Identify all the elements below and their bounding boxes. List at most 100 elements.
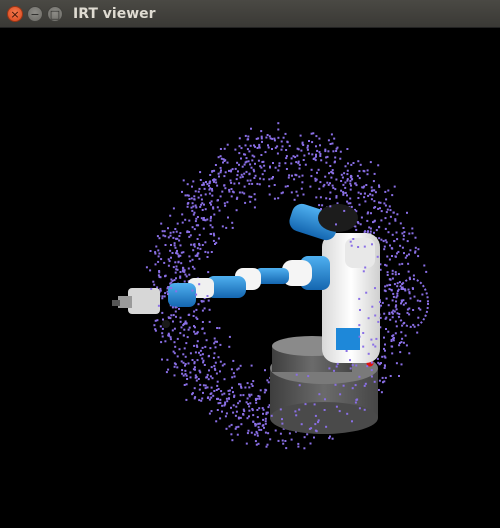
cloud-point [267,146,270,149]
cloud-point [237,425,240,428]
cloud-point [204,241,207,244]
cloud-point [169,282,172,285]
cloud-point [219,195,222,198]
cloud-point [208,412,211,415]
cloud-point [219,166,222,169]
cloud-point [244,144,247,147]
cloud-point [336,362,339,365]
cloud-point [162,318,164,321]
cloud-point [267,381,270,384]
title-bar[interactable]: × − □ IRT viewer [0,0,500,28]
cloud-point [356,398,359,401]
cloud-point [264,431,267,434]
maximize-button[interactable]: □ [47,6,63,22]
cloud-point [284,162,287,165]
cloud-point [365,184,368,186]
cloud-point [288,174,291,177]
cloud-point [318,393,321,396]
3d-viewport[interactable] [0,28,500,528]
cloud-point [248,409,251,412]
cloud-point [391,272,394,275]
cloud-point [223,184,226,187]
cloud-point [293,178,296,181]
cloud-point [258,397,261,400]
cloud-point [191,226,194,229]
cloud-point [196,247,199,250]
cloud-point [179,316,182,319]
cloud-point [241,191,244,194]
cloud-point [153,283,156,286]
cloud-point [319,181,322,184]
cloud-point [363,384,366,387]
cloud-point [193,211,196,214]
cloud-point [193,267,196,270]
cloud-point [274,166,277,169]
cloud-point [350,178,353,181]
minimize-button[interactable]: − [27,6,43,22]
cloud-point [388,283,391,286]
cloud-point [285,447,288,450]
cloud-point [228,169,230,172]
cloud-point [198,351,200,354]
cloud-point [392,309,395,312]
cloud-point [409,249,412,252]
cloud-point [408,313,411,316]
cloud-point [257,442,260,445]
cloud-point [217,388,220,390]
cloud-point [290,438,293,441]
cloud-point [298,167,301,170]
cloud-point [188,231,191,233]
cloud-point [187,202,190,204]
cloud-point [380,219,383,222]
cloud-point [329,165,332,167]
cloud-point [211,226,214,229]
cloud-point [403,231,406,234]
cloud-point [288,432,291,435]
cloud-point [230,433,233,436]
cloud-point [235,178,238,181]
cloud-point [247,160,250,163]
cloud-point [184,355,187,358]
cloud-point [211,377,214,380]
cloud-point [389,209,392,212]
cloud-point [213,213,216,216]
cloud-point [145,266,148,269]
cloud-point [278,164,281,167]
cloud-point [176,222,179,225]
cloud-point [241,175,244,178]
cloud-point [395,231,398,234]
cloud-point [170,287,173,289]
cloud-point [195,379,198,382]
cloud-point [255,430,258,433]
cloud-point [347,162,349,165]
cloud-point [363,192,366,195]
cloud-point [196,359,199,362]
cloud-point [383,367,386,369]
cloud-point [223,202,226,205]
cloud-point [196,331,199,334]
cloud-point [184,373,187,376]
cloud-point [380,362,382,364]
cloud-point [319,144,321,147]
cloud-point [208,308,211,311]
cloud-point [307,375,310,378]
cloud-point [219,171,222,174]
cloud-point [225,412,228,415]
cloud-point [211,170,214,173]
cloud-point [396,285,399,288]
cloud-point [383,245,386,248]
close-button[interactable]: × [7,6,23,22]
cloud-point [374,287,376,290]
cloud-point [268,185,271,188]
cloud-point [351,364,354,367]
cloud-point [246,397,249,400]
cloud-point [335,147,338,150]
cloud-point [350,184,352,187]
cloud-point [179,271,182,273]
cloud-point [246,432,249,435]
cloud-point [157,304,160,307]
cloud-point [232,372,235,375]
cloud-point [223,160,226,162]
cloud-point [373,172,376,175]
cloud-point [200,194,203,197]
